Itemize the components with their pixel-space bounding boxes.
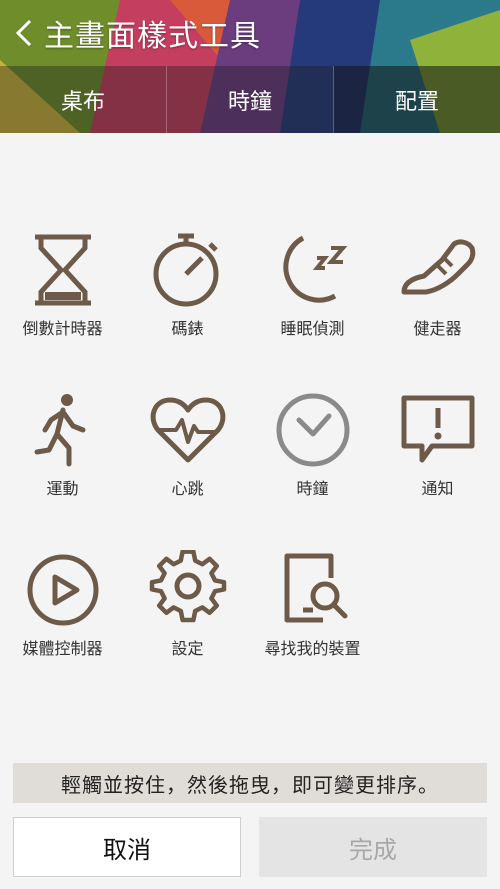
find-device-icon	[273, 550, 353, 630]
heart-rate-icon	[148, 390, 228, 470]
back-arrow-icon	[15, 19, 32, 47]
page-title: 主畫面樣式工具	[44, 19, 261, 54]
widget-label: 運動	[46, 479, 79, 498]
tab-wallpaper[interactable]: 桌布	[0, 66, 167, 133]
widget-media-controller[interactable]: 媒體控制器	[0, 545, 125, 705]
header: 主畫面樣式工具 桌布 時鐘 配置	[0, 0, 500, 133]
cancel-button[interactable]: 取消	[13, 817, 241, 877]
top-bar: 主畫面樣式工具	[0, 0, 500, 66]
widget-label: 設定	[171, 639, 204, 658]
widget-label: 時鐘	[296, 479, 329, 498]
stopwatch-icon	[148, 230, 228, 310]
back-button[interactable]	[4, 0, 44, 66]
play-icon	[23, 550, 103, 630]
widget-label: 倒數計時器	[22, 319, 103, 338]
widget-notification[interactable]: 通知	[375, 385, 500, 545]
widget-sleep-detect[interactable]: 睡眠偵測	[250, 225, 375, 385]
sneaker-icon	[398, 230, 478, 310]
widget-clock[interactable]: 時鐘	[250, 385, 375, 545]
gear-icon	[148, 550, 228, 630]
widget-label: 睡眠偵測	[280, 319, 345, 338]
tab-layout[interactable]: 配置	[334, 66, 500, 133]
tab-clock[interactable]: 時鐘	[167, 66, 334, 133]
widget-label: 健走器	[413, 319, 462, 338]
clock-icon	[273, 390, 353, 470]
runner-icon	[23, 390, 103, 470]
widget-pedometer[interactable]: 健走器	[375, 225, 500, 385]
done-button[interactable]: 完成	[259, 817, 487, 877]
notification-icon	[398, 390, 478, 470]
tab-bar: 桌布 時鐘 配置	[0, 66, 500, 133]
widget-label: 媒體控制器	[22, 639, 103, 658]
widget-find-my-device[interactable]: 尋找我的裝置	[250, 545, 375, 705]
widget-label: 通知	[421, 479, 454, 498]
hourglass-icon	[23, 230, 103, 310]
widget-grid: 倒數計時器 碼錶 睡眠偵測 健走器 運動 心跳 時鐘 通知 媒體控制器 設定 尋…	[0, 225, 500, 705]
widget-label: 心跳	[171, 479, 204, 498]
empty-cell	[375, 545, 500, 705]
widget-settings[interactable]: 設定	[125, 545, 250, 705]
widget-countdown-timer[interactable]: 倒數計時器	[0, 225, 125, 385]
moon-sleep-icon	[273, 230, 353, 310]
widget-stopwatch[interactable]: 碼錶	[125, 225, 250, 385]
widget-exercise[interactable]: 運動	[0, 385, 125, 545]
widget-label: 尋找我的裝置	[264, 639, 361, 658]
widget-heart-rate[interactable]: 心跳	[125, 385, 250, 545]
reorder-hint: 輕觸並按住，然後拖曳，即可變更排序。	[13, 763, 487, 803]
widget-label: 碼錶	[171, 319, 204, 338]
